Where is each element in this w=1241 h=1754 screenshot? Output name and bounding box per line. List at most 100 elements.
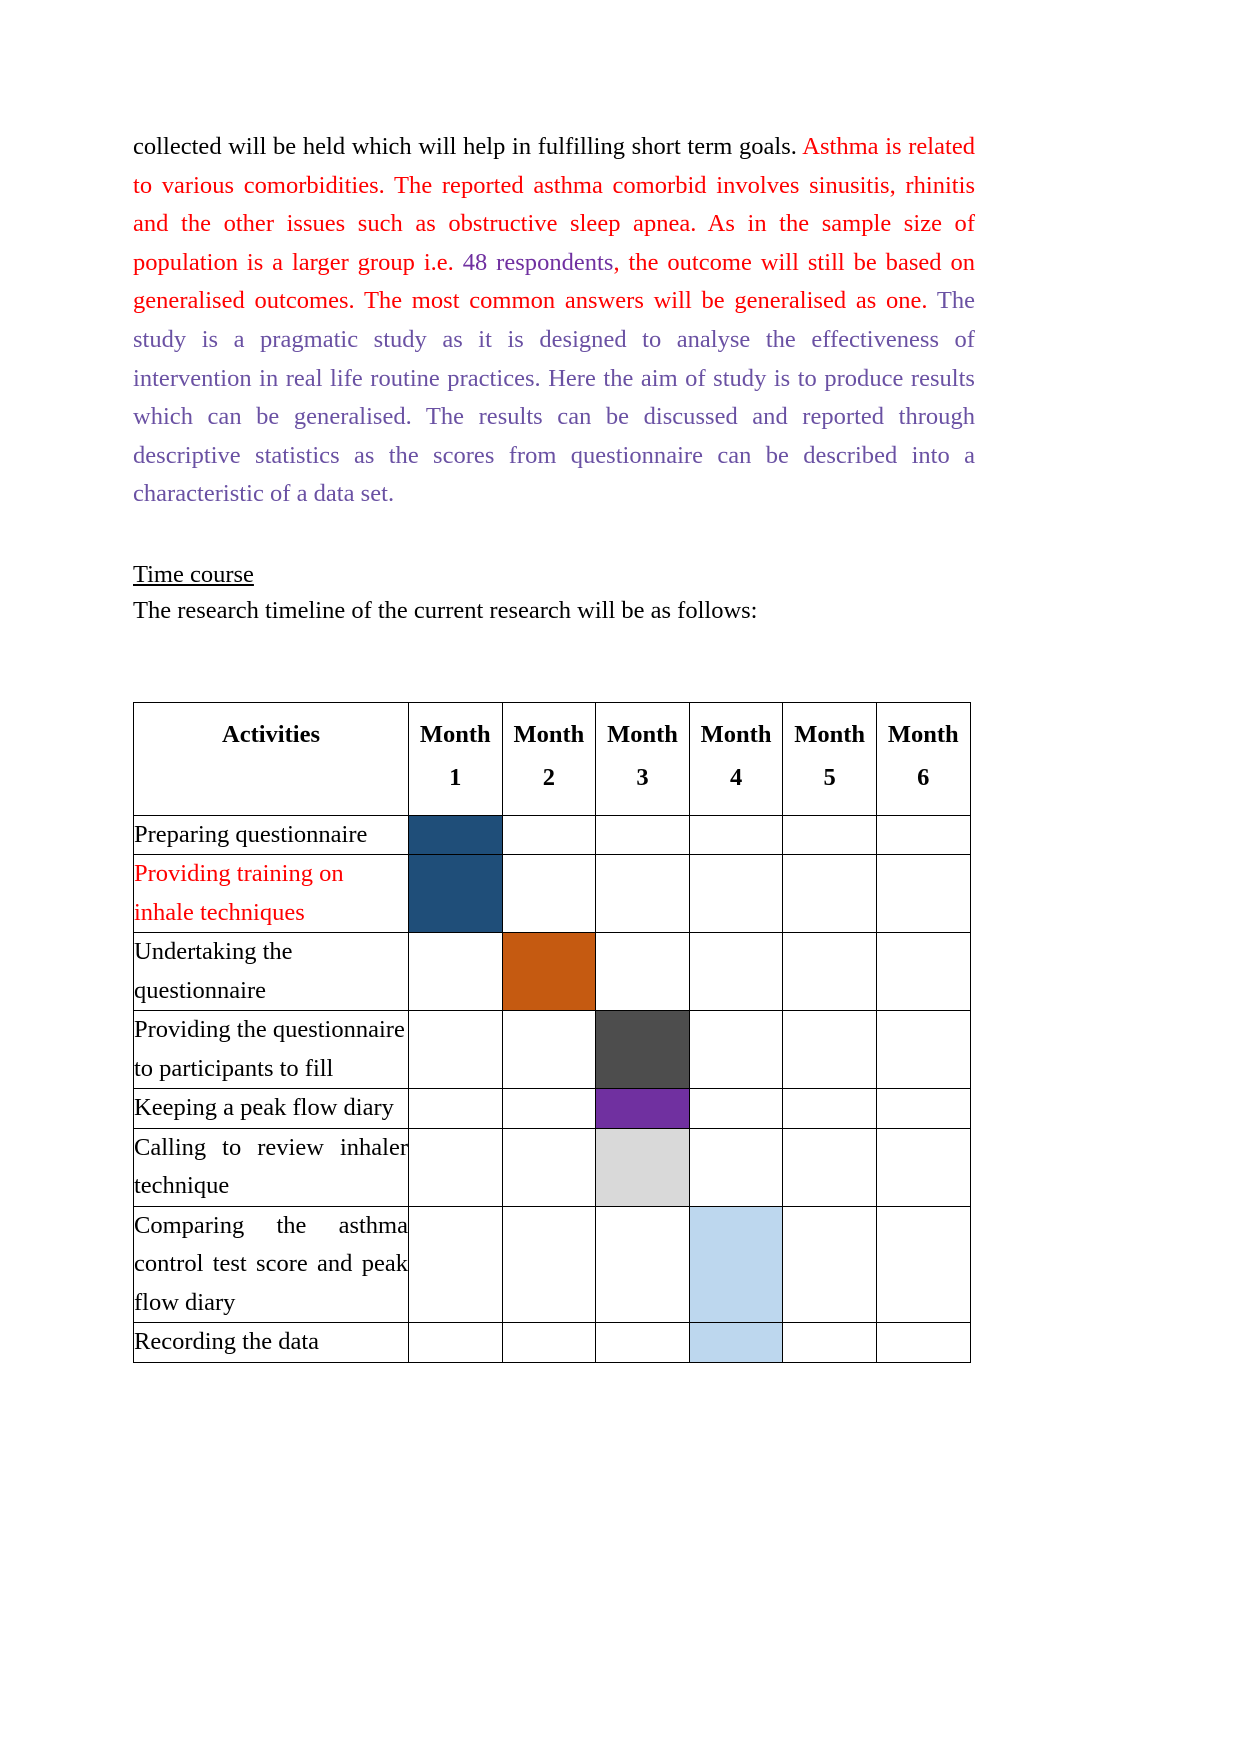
month-word-4: Month — [700, 720, 772, 748]
timeline-cell-month-5 — [782, 1088, 877, 1129]
month-number-1: 1 — [449, 763, 462, 791]
timeline-cell-month-2 — [501, 932, 597, 1012]
timeline-cell-month-3 — [595, 1127, 690, 1207]
column-header-month-1: Month 1 — [408, 701, 503, 816]
column-header-month-2: Month 2 — [501, 701, 597, 816]
research-timeline-table: Activities Month 1 Month 2 Month 3 Month… — [133, 701, 971, 1363]
activity-label: Keeping a peak flow diary — [133, 1088, 409, 1129]
timeline-cell-month-4 — [688, 854, 784, 934]
timeline-cell-month-1 — [408, 1088, 503, 1129]
month-word-3: Month — [607, 720, 678, 748]
timeline-cell-month-4 — [688, 1205, 784, 1324]
timeline-cell-month-2 — [501, 1088, 597, 1129]
table-row: Keeping a peak flow diary — [133, 1088, 971, 1129]
column-header-month-6: Month 6 — [875, 701, 971, 816]
column-header-month-3: Month 3 — [595, 701, 690, 816]
timeline-cell-month-4 — [688, 1127, 784, 1207]
timeline-cell-month-2 — [501, 1205, 597, 1324]
gantt-bar — [689, 1206, 783, 1323]
activity-label: Undertaking the questionnaire — [133, 932, 409, 1012]
timeline-cell-month-2 — [501, 1322, 597, 1363]
gantt-bar — [409, 815, 502, 855]
timeline-cell-month-5 — [782, 932, 877, 1012]
month-number-4: 4 — [729, 763, 743, 791]
gantt-bar — [502, 933, 596, 1011]
timeline-cell-month-3 — [595, 1088, 690, 1129]
activity-label: Recording the data — [133, 1322, 409, 1363]
gantt-bar — [596, 1089, 689, 1128]
paragraph-segment-violet: The study is a pragmatic study as it is … — [133, 287, 975, 508]
timeline-cell-month-4 — [688, 1088, 784, 1129]
timeline-cell-month-5 — [782, 1205, 877, 1324]
timeline-cell-month-1 — [408, 1205, 503, 1324]
timeline-cell-month-1 — [408, 814, 503, 856]
month-word-2: Month — [513, 720, 585, 748]
table-header: Activities Month 1 Month 2 Month 3 Month… — [133, 701, 971, 816]
timeline-cell-month-2 — [501, 1010, 597, 1090]
timeline-cell-month-6 — [875, 1088, 971, 1129]
timeline-cell-month-3 — [595, 854, 690, 934]
timeline-cell-month-6 — [875, 1322, 971, 1363]
month-word-5: Month — [794, 720, 866, 748]
month-number-6: 6 — [917, 763, 930, 791]
timeline-cell-month-5 — [782, 1010, 877, 1090]
column-header-activities-label: Activities — [222, 720, 320, 748]
timeline-cell-month-6 — [875, 854, 971, 934]
timeline-table-wrapper: Activities Month 1 Month 2 Month 3 Month… — [133, 701, 975, 1363]
timeline-cell-month-1 — [408, 1322, 503, 1363]
timeline-cell-month-1 — [408, 854, 503, 934]
column-header-month-5: Month 5 — [782, 701, 877, 816]
activity-label: Providing training on inhale techniques — [133, 854, 409, 934]
timeline-cell-month-6 — [875, 932, 971, 1012]
month-word-1: Month — [419, 720, 491, 748]
timeline-cell-month-5 — [782, 814, 877, 856]
gantt-bar — [596, 1128, 689, 1206]
column-header-month-1-text: Month 1 — [409, 703, 502, 815]
section-heading-time-course: Time course — [133, 560, 254, 588]
timeline-cell-month-4 — [688, 1010, 784, 1090]
timeline-cell-month-2 — [501, 814, 597, 856]
table-row: Comparing the asthma control test score … — [133, 1205, 971, 1324]
timeline-cell-month-1 — [408, 1010, 503, 1090]
timeline-cell-month-4 — [688, 1322, 784, 1363]
body-paragraph-1: collected will be held which will help i… — [133, 128, 975, 514]
timeline-cell-month-2 — [501, 1127, 597, 1207]
gantt-bar — [596, 1011, 689, 1089]
timeline-cell-month-1 — [408, 932, 503, 1012]
activity-label: Providing the questionnaire to participa… — [133, 1010, 409, 1090]
timeline-cell-month-6 — [875, 1010, 971, 1090]
time-course-heading-block: Time course — [133, 530, 975, 592]
activity-label: Comparing the asthma control test score … — [133, 1205, 409, 1324]
month-number-3: 3 — [636, 763, 649, 791]
column-header-month-4: Month 4 — [688, 701, 784, 816]
gantt-bar — [689, 1323, 783, 1362]
table-header-row: Activities Month 1 Month 2 Month 3 Month… — [133, 701, 971, 816]
table-row: Calling to review inhaler technique — [133, 1127, 971, 1207]
activity-label: Preparing questionnaire — [133, 814, 409, 856]
column-header-month-3-text: Month 3 — [596, 703, 689, 815]
timeline-cell-month-4 — [688, 932, 784, 1012]
timeline-cell-month-6 — [875, 1127, 971, 1207]
gantt-bar — [409, 855, 502, 933]
timeline-cell-month-4 — [688, 814, 784, 856]
column-header-month-4-text: Month 4 — [690, 703, 783, 815]
paragraph-segment-sample-size: 48 respondents — [462, 248, 614, 276]
timeline-cell-month-3 — [595, 932, 690, 1012]
table-row: Preparing questionnaire — [133, 814, 971, 856]
timeline-cell-month-5 — [782, 1322, 877, 1363]
timeline-cell-month-3 — [595, 814, 690, 856]
timeline-cell-month-5 — [782, 1127, 877, 1207]
column-header-activities: Activities — [133, 701, 409, 816]
column-header-month-6-text: Month 6 — [877, 703, 970, 815]
timeline-intro-line: The research timeline of the current res… — [133, 596, 758, 624]
timeline-cell-month-2 — [501, 854, 597, 934]
document-page: collected will be held which will help i… — [0, 0, 1241, 1754]
column-header-month-2-text: Month 2 — [503, 703, 596, 815]
timeline-cell-month-1 — [408, 1127, 503, 1207]
month-number-2: 2 — [542, 763, 556, 791]
paragraph-segment-black: collected will be held which will help i… — [133, 133, 803, 160]
timeline-cell-month-6 — [875, 814, 971, 856]
table-row: Providing the questionnaire to participa… — [133, 1010, 971, 1090]
month-word-6: Month — [887, 720, 959, 748]
timeline-cell-month-3 — [595, 1205, 690, 1324]
